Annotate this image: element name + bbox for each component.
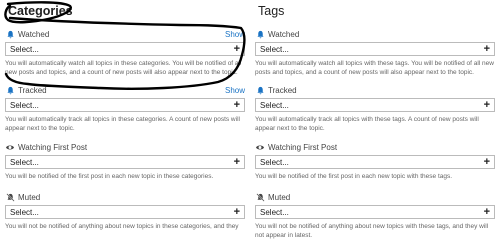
- bell-icon: [255, 29, 265, 39]
- plus-icon[interactable]: +: [484, 156, 490, 168]
- tags-tracked-section: Tracked Select... + You will automatical…: [255, 84, 495, 133]
- categories-muted-select[interactable]: Select... +: [5, 205, 245, 219]
- select-placeholder: Select...: [10, 44, 39, 54]
- tags-tracked-label: Tracked: [268, 85, 297, 95]
- tags-column: Tags Watched Select... + You will automa…: [255, 0, 495, 240]
- categories-watched-show-link[interactable]: Show: [225, 30, 245, 39]
- plus-icon[interactable]: +: [484, 99, 490, 111]
- categories-watching-first-post-label: Watching First Post: [18, 142, 88, 152]
- select-placeholder: Select...: [260, 100, 289, 110]
- plus-icon[interactable]: +: [234, 156, 240, 168]
- tags-watching-first-post-label: Watching First Post: [268, 142, 338, 152]
- categories-watching-first-post-section: Watching First Post Select... + You will…: [5, 141, 245, 181]
- select-placeholder: Select...: [260, 207, 289, 217]
- tags-title: Tags: [258, 4, 285, 18]
- select-placeholder: Select...: [10, 207, 39, 217]
- tags-watched-select[interactable]: Select... +: [255, 42, 495, 56]
- bell-icon: [255, 85, 265, 95]
- categories-tracked-select[interactable]: Select... +: [5, 98, 245, 112]
- eye-icon: [5, 142, 15, 152]
- bell-icon: [5, 85, 15, 95]
- plus-icon[interactable]: +: [234, 206, 240, 218]
- bell-icon: [5, 29, 15, 39]
- categories-watched-description: You will automatically watch all topics …: [5, 60, 242, 76]
- tags-watching-first-post-section: Watching First Post Select... + You will…: [255, 141, 495, 181]
- plus-icon[interactable]: +: [234, 99, 240, 111]
- muted-bell-icon: [255, 192, 265, 202]
- categories-watching-first-post-select[interactable]: Select... +: [5, 155, 245, 169]
- categories-watching-first-post-description: You will be notified of the first post i…: [5, 173, 214, 180]
- categories-muted-section: Muted Select... + You will not be notifi…: [5, 191, 245, 231]
- plus-icon[interactable]: +: [484, 206, 490, 218]
- categories-watched-section: Watched Show Select... + You will automa…: [5, 28, 245, 77]
- select-placeholder: Select...: [10, 157, 39, 167]
- tags-tracked-description: You will automatically track all topics …: [255, 116, 479, 132]
- tags-muted-label: Muted: [268, 192, 291, 202]
- muted-bell-icon: [5, 192, 15, 202]
- categories-tracked-show-link[interactable]: Show: [225, 86, 245, 95]
- categories-watched-select[interactable]: Select... +: [5, 42, 245, 56]
- tags-watched-section: Watched Select... + You will automatical…: [255, 28, 495, 77]
- tags-watched-description: You will automatically watch all topics …: [255, 60, 494, 76]
- tags-tracked-select[interactable]: Select... +: [255, 98, 495, 112]
- categories-muted-description: You will not be notified of anything abo…: [5, 223, 239, 230]
- categories-tracked-label: Tracked: [18, 85, 47, 95]
- categories-muted-label: Muted: [18, 192, 41, 202]
- plus-icon[interactable]: +: [484, 43, 490, 55]
- select-placeholder: Select...: [10, 100, 39, 110]
- tags-watched-label: Watched: [268, 29, 300, 39]
- tags-watching-first-post-description: You will be notified of the first post i…: [255, 173, 453, 180]
- tags-muted-section: Muted Select... + You will not be notifi…: [255, 191, 495, 240]
- categories-tracked-description: You will automatically track all topics …: [5, 116, 240, 132]
- tags-watching-first-post-select[interactable]: Select... +: [255, 155, 495, 169]
- categories-column: Categories Watched Show Select... + You …: [5, 0, 245, 231]
- categories-watched-label: Watched: [18, 29, 50, 39]
- categories-tracked-section: Tracked Show Select... + You will automa…: [5, 84, 245, 133]
- select-placeholder: Select...: [260, 44, 289, 54]
- select-placeholder: Select...: [260, 157, 289, 167]
- eye-icon: [255, 142, 265, 152]
- tags-muted-description: You will not be notified of anything abo…: [255, 223, 489, 239]
- categories-title: Categories: [8, 4, 73, 18]
- tags-muted-select[interactable]: Select... +: [255, 205, 495, 219]
- plus-icon[interactable]: +: [234, 43, 240, 55]
